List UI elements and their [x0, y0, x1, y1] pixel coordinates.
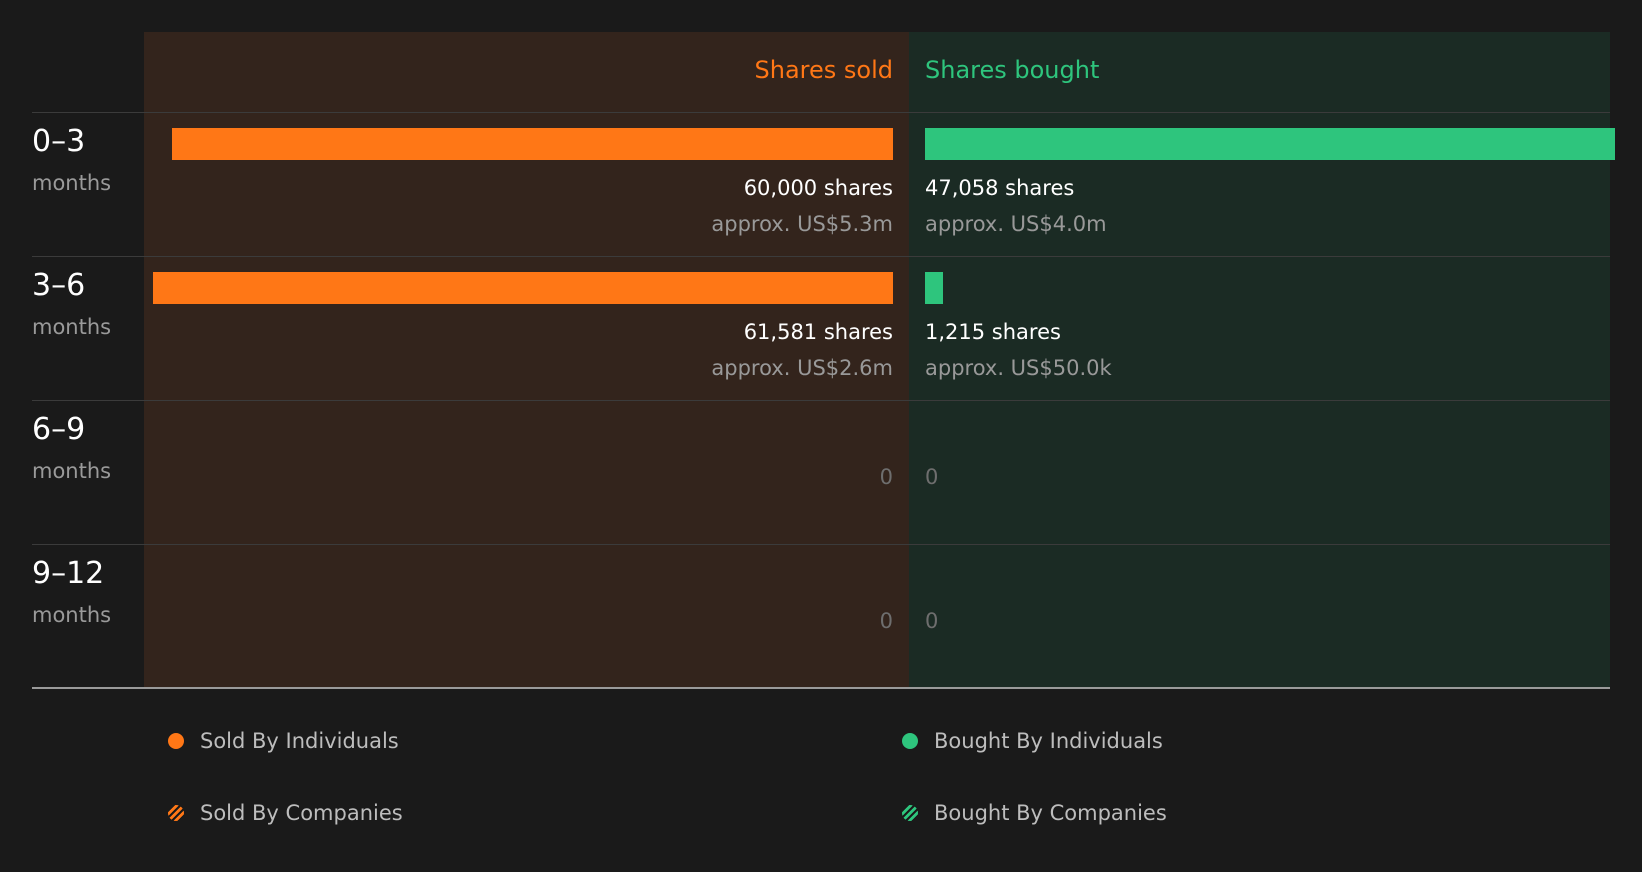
bought-bar [925, 128, 1615, 160]
row-divider [32, 112, 1610, 113]
bought-zero-label: 0 [925, 465, 939, 489]
legend-label: Sold By Companies [200, 801, 403, 825]
sold-value-label: approx. US$5.3m [711, 212, 893, 236]
sold-shares-label: 61,581 shares [743, 320, 893, 344]
solid-dot-icon [168, 733, 184, 749]
row-unit: months [32, 459, 112, 483]
solid-dot-icon [902, 733, 918, 749]
bought-shares-label: 1,215 shares [925, 320, 1061, 344]
bought-value-label: approx. US$50.0k [925, 356, 1112, 380]
bought-value-label: approx. US$4.0m [925, 212, 1107, 236]
legend-label: Bought By Individuals [934, 729, 1163, 753]
sold-bar [153, 272, 893, 304]
row-unit: months [32, 315, 112, 339]
sold-value-label: approx. US$2.6m [711, 356, 893, 380]
row-range: 9–12 [32, 556, 105, 591]
row-unit: months [32, 603, 112, 627]
sold-zero-label: 0 [879, 609, 893, 633]
legend-item[interactable]: Bought By Individuals [902, 726, 1163, 756]
sold-column-header: Shares sold [754, 56, 893, 84]
legend-label: Sold By Individuals [200, 729, 399, 753]
legend-item[interactable]: Bought By Companies [902, 798, 1167, 828]
chart-axis-line [32, 687, 1610, 689]
legend-item[interactable]: Sold By Companies [168, 798, 403, 828]
row-unit: months [32, 171, 112, 195]
row-divider [32, 400, 1610, 401]
legend-item[interactable]: Sold By Individuals [168, 726, 399, 756]
bought-bar [925, 272, 943, 304]
row-range: 3–6 [32, 268, 86, 303]
hatched-dot-icon [168, 805, 184, 821]
hatched-dot-icon [902, 805, 918, 821]
row-range: 6–9 [32, 412, 86, 447]
bought-zero-label: 0 [925, 609, 939, 633]
bought-column-header: Shares bought [925, 56, 1100, 84]
sold-zero-label: 0 [879, 465, 893, 489]
sold-shares-label: 60,000 shares [743, 176, 893, 200]
row-divider [32, 256, 1610, 257]
row-range: 0–3 [32, 124, 86, 159]
legend-label: Bought By Companies [934, 801, 1167, 825]
row-divider [32, 544, 1610, 545]
bought-shares-label: 47,058 shares [925, 176, 1075, 200]
sold-bar [171, 128, 893, 160]
